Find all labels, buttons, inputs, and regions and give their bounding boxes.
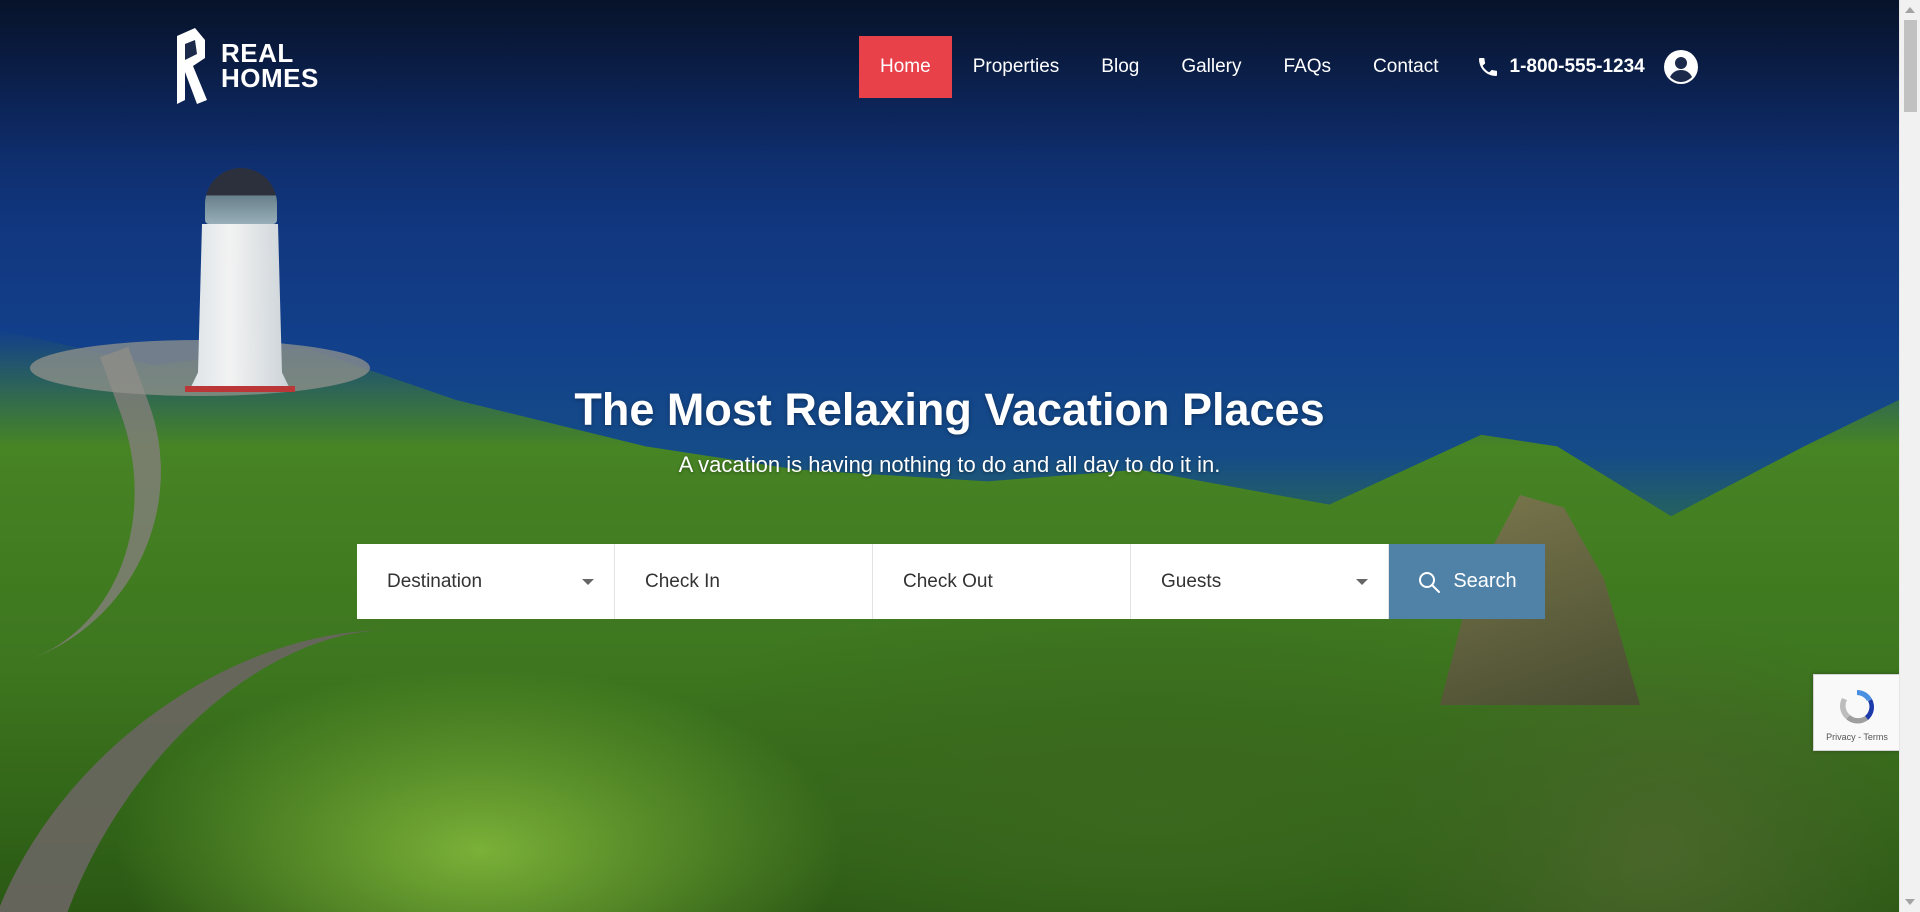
viewport: REAL HOMES Home Properties Blog Gallery … — [0, 0, 1899, 912]
search-icon — [1419, 571, 1441, 593]
check-out-label: Check Out — [903, 570, 993, 592]
nav-item-home[interactable]: Home — [859, 36, 952, 98]
nav-item-properties[interactable]: Properties — [952, 36, 1081, 98]
guests-select[interactable]: Guests — [1131, 544, 1389, 619]
main-nav: Home Properties Blog Gallery FAQs Contac… — [859, 36, 1699, 98]
logo-text: REAL HOMES — [221, 40, 319, 93]
chevron-down-icon — [1356, 578, 1368, 585]
check-in-field[interactable]: Check In — [615, 544, 873, 619]
hero-title: The Most Relaxing Vacation Places — [574, 384, 1325, 435]
recaptcha-icon — [1839, 689, 1875, 724]
nav-item-contact[interactable]: Contact — [1352, 36, 1459, 98]
chevron-down-icon — [582, 578, 594, 585]
user-icon[interactable] — [1663, 49, 1699, 85]
site-logo[interactable]: REAL HOMES — [173, 28, 319, 104]
destination-select[interactable]: Destination — [357, 544, 615, 619]
page-scrollbar[interactable] — [1899, 0, 1920, 912]
hero-subtitle: A vacation is having nothing to do and a… — [678, 452, 1221, 477]
search-button-label: Search — [1453, 570, 1517, 592]
nav-item-blog[interactable]: Blog — [1080, 36, 1160, 98]
logo-icon — [177, 28, 207, 104]
nav-item-faqs[interactable]: FAQs — [1263, 36, 1353, 98]
search-button[interactable]: Search — [1389, 544, 1545, 619]
logo-line2: HOMES — [221, 63, 319, 93]
guests-label: Guests — [1161, 570, 1222, 592]
recaptcha-badge[interactable]: Privacy - Terms — [1813, 674, 1899, 751]
phone-link[interactable]: 1-800-555-1234 — [1476, 55, 1645, 79]
scroll-up-icon[interactable] — [1905, 7, 1915, 13]
scroll-down-icon[interactable] — [1905, 899, 1915, 905]
phone-icon — [1478, 58, 1497, 76]
nav-item-gallery[interactable]: Gallery — [1160, 36, 1262, 98]
phone-number: 1-800-555-1234 — [1509, 56, 1645, 77]
check-in-label: Check In — [645, 570, 720, 592]
search-form: Destination Check In Check Out Guests Se… — [357, 544, 1545, 619]
check-out-field[interactable]: Check Out — [873, 544, 1131, 619]
scroll-thumb[interactable] — [1904, 20, 1917, 112]
destination-label: Destination — [387, 570, 483, 592]
recaptcha-text[interactable]: Privacy - Terms — [1826, 732, 1888, 742]
